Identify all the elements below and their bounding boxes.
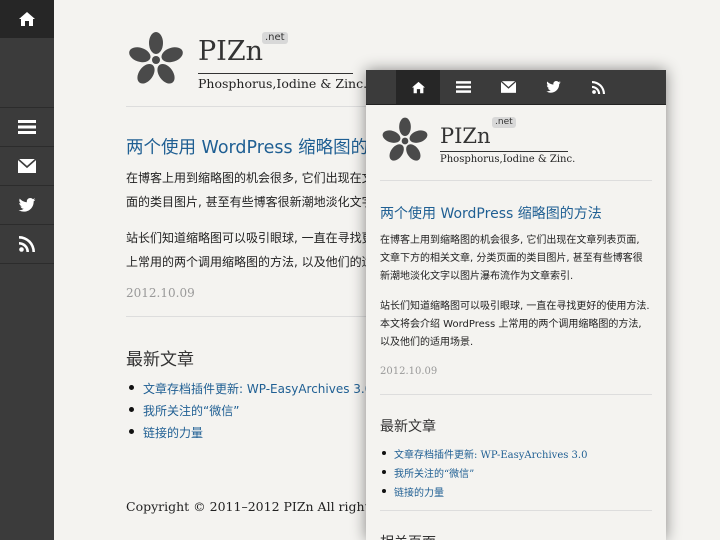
post-date: 2012.10.09 — [126, 286, 195, 300]
mobile-post-title-link[interactable]: 两个使用 WordPress 缩略图的方法 — [380, 203, 602, 223]
rss-icon — [591, 80, 605, 94]
recent-posts-heading: 最新文章 — [126, 350, 194, 370]
home-icon — [411, 81, 425, 93]
post-divider — [380, 394, 652, 395]
logo-underline — [440, 151, 568, 152]
recent-post-item: 链接的力量 — [380, 484, 587, 503]
post-divider — [126, 316, 376, 317]
bullet-icon — [382, 451, 386, 455]
flower-logo-icon — [129, 32, 183, 84]
mobile-nav-twitter-button[interactable] — [531, 70, 575, 104]
mobile-post-date: 2012.10.09 — [380, 366, 438, 377]
mobile-top-nav — [366, 70, 666, 105]
mobile-recent-posts-heading: 最新文章 — [380, 419, 436, 435]
mobile-nav-menu-button[interactable] — [441, 70, 485, 104]
mobile-related-pages-heading: 相关页面 — [380, 532, 436, 540]
recent-post-link[interactable]: 链接的力量 — [394, 488, 444, 499]
mobile-site-tld-badge: .net — [492, 117, 516, 128]
sidebar-divider — [0, 263, 54, 264]
nav-mail-button[interactable] — [0, 147, 54, 185]
nav-menu-button[interactable] — [0, 108, 54, 146]
twitter-icon — [18, 198, 36, 212]
home-icon — [19, 12, 35, 26]
twitter-icon — [545, 81, 561, 93]
site-tld-badge: .net — [262, 32, 288, 44]
mail-icon — [500, 81, 516, 93]
recent-post-link[interactable]: 文章存档插件更新: WP-EasyArchives 3.0 — [394, 450, 587, 461]
mobile-nav-mail-button[interactable] — [486, 70, 530, 104]
list-icon — [18, 120, 36, 134]
flower-logo-icon — [382, 117, 428, 161]
rss-icon — [19, 236, 35, 252]
header-divider — [126, 106, 376, 107]
recent-post-link[interactable]: 链接的力量 — [143, 426, 203, 440]
recent-post-item: 文章存档插件更新: WP-EasyArchives 3.0 — [126, 380, 372, 402]
nav-home-button[interactable] — [0, 0, 54, 38]
mobile-preview-window: PIZn .net Phosphorus,Iodine & Zinc. 两个使用… — [366, 70, 666, 540]
recent-post-item: 我所关注的“微信” — [380, 465, 587, 484]
site-tagline: Phosphorus,Iodine & Zinc. — [198, 76, 368, 91]
recent-post-link[interactable]: 文章存档插件更新: WP-EasyArchives 3.0 — [143, 382, 372, 396]
bullet-icon — [129, 407, 134, 412]
mobile-post-excerpt-1: 在博客上用到缩略图的机会很多, 它们出现在文章列表页面, 文章下方的相关文章, … — [380, 235, 643, 282]
mail-icon — [18, 159, 36, 173]
mobile-post-excerpt-2: 站长们知道缩略图可以吸引眼球, 一直在寻找更好的使用方法. 本文将会介绍 Wor… — [380, 301, 650, 348]
sidebar-nav — [0, 0, 54, 540]
bullet-icon — [382, 489, 386, 493]
list-icon — [455, 81, 471, 93]
post-title-link[interactable]: 两个使用 WordPress 缩略图的方法 — [126, 134, 403, 159]
recent-divider — [380, 510, 652, 511]
mobile-nav-rss-button[interactable] — [576, 70, 620, 104]
site-name: PIZn — [198, 36, 263, 67]
recent-post-item: 我所关注的“微信” — [126, 402, 372, 424]
logo-underline — [198, 73, 353, 74]
bullet-icon — [129, 385, 134, 390]
mobile-nav-home-button[interactable] — [396, 70, 440, 104]
nav-rss-button[interactable] — [0, 225, 54, 263]
recent-post-link[interactable]: 我所关注的“微信” — [143, 404, 239, 418]
mobile-site-tagline: Phosphorus,Iodine & Zinc. — [440, 154, 576, 165]
nav-twitter-button[interactable] — [0, 186, 54, 224]
mobile-recent-posts-list: 文章存档插件更新: WP-EasyArchives 3.0 我所关注的“微信” … — [380, 446, 587, 503]
bullet-icon — [129, 429, 134, 434]
recent-post-item: 链接的力量 — [126, 424, 372, 446]
recent-post-link[interactable]: 我所关注的“微信” — [394, 469, 474, 480]
recent-posts-list: 文章存档插件更新: WP-EasyArchives 3.0 我所关注的“微信” … — [126, 380, 372, 446]
mobile-site-name: PIZn — [440, 124, 491, 148]
header-divider — [380, 180, 652, 181]
recent-post-item: 文章存档插件更新: WP-EasyArchives 3.0 — [380, 446, 587, 465]
bullet-icon — [382, 470, 386, 474]
